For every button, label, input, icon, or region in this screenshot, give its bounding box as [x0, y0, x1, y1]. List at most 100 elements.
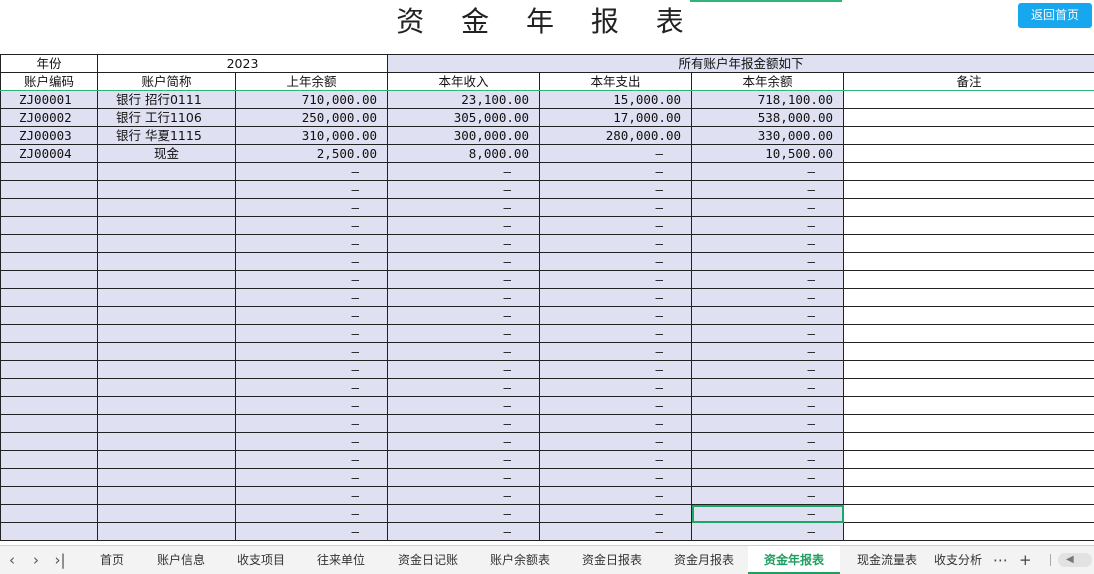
row-balance-cell[interactable]: 718,100.00 [692, 91, 844, 109]
row-balance-cell[interactable]: – [692, 343, 844, 361]
row-expense-cell[interactable]: – [540, 343, 692, 361]
row-expense-cell[interactable]: 17,000.00 [540, 109, 692, 127]
row-income-cell[interactable]: – [388, 469, 540, 487]
sheet-tab[interactable]: 资金月报表 [660, 546, 748, 574]
row-prev-balance-cell[interactable]: – [236, 487, 388, 505]
row-code-cell[interactable]: ZJ00004 [1, 145, 98, 163]
row-expense-cell[interactable]: – [540, 469, 692, 487]
row-income-cell[interactable]: – [388, 361, 540, 379]
row-account-name-cell[interactable] [98, 217, 236, 235]
row-account-name-cell[interactable]: 现金 [98, 145, 236, 163]
first-sheet-arrow-icon[interactable]: ‹ [2, 550, 22, 570]
row-note-cell[interactable] [844, 397, 1094, 415]
row-expense-cell[interactable]: – [540, 487, 692, 505]
row-expense-cell[interactable]: 280,000.00 [540, 127, 692, 145]
row-code-cell[interactable] [1, 289, 98, 307]
row-code-cell[interactable] [1, 379, 98, 397]
row-balance-cell[interactable]: – [692, 325, 844, 343]
row-balance-cell[interactable]: – [692, 199, 844, 217]
summary-cell[interactable]: 所有账户年报金额如下 [388, 55, 1094, 73]
row-income-cell[interactable]: – [388, 433, 540, 451]
row-income-cell[interactable]: – [388, 343, 540, 361]
row-income-cell[interactable]: – [388, 415, 540, 433]
row-income-cell[interactable]: – [388, 271, 540, 289]
row-expense-cell[interactable]: – [540, 145, 692, 163]
row-note-cell[interactable] [844, 181, 1094, 199]
row-code-cell[interactable] [1, 469, 98, 487]
row-balance-cell[interactable]: – [692, 307, 844, 325]
row-account-name-cell[interactable] [98, 361, 236, 379]
row-balance-cell[interactable]: – [692, 235, 844, 253]
row-income-cell[interactable]: – [388, 253, 540, 271]
row-account-name-cell[interactable] [98, 325, 236, 343]
sheet-tab[interactable]: 资金年报表 [748, 546, 840, 574]
row-prev-balance-cell[interactable]: – [236, 307, 388, 325]
row-code-cell[interactable] [1, 181, 98, 199]
row-prev-balance-cell[interactable]: – [236, 469, 388, 487]
row-expense-cell[interactable]: – [540, 415, 692, 433]
row-balance-cell[interactable]: – [692, 415, 844, 433]
row-expense-cell[interactable]: – [540, 235, 692, 253]
row-expense-cell[interactable]: – [540, 271, 692, 289]
row-expense-cell[interactable]: – [540, 505, 692, 523]
row-prev-balance-cell[interactable]: – [236, 181, 388, 199]
row-account-name-cell[interactable] [98, 343, 236, 361]
add-sheet-icon[interactable]: + [1019, 546, 1032, 574]
year-value-cell[interactable]: 2023 [98, 55, 388, 73]
sheet-tab[interactable]: 账户信息 [144, 546, 218, 574]
row-income-cell[interactable]: – [388, 379, 540, 397]
row-prev-balance-cell[interactable]: – [236, 271, 388, 289]
row-note-cell[interactable] [844, 145, 1094, 163]
row-income-cell[interactable]: – [388, 199, 540, 217]
row-balance-cell[interactable]: – [692, 469, 844, 487]
row-income-cell[interactable]: – [388, 289, 540, 307]
row-balance-cell[interactable]: – [692, 361, 844, 379]
row-balance-cell[interactable]: – [692, 451, 844, 469]
row-prev-balance-cell[interactable]: – [236, 163, 388, 181]
row-balance-cell[interactable]: – [692, 523, 844, 541]
row-note-cell[interactable] [844, 343, 1094, 361]
row-expense-cell[interactable]: – [540, 451, 692, 469]
row-note-cell[interactable] [844, 217, 1094, 235]
row-expense-cell[interactable]: – [540, 307, 692, 325]
row-balance-cell[interactable]: 330,000.00 [692, 127, 844, 145]
row-expense-cell[interactable]: – [540, 181, 692, 199]
row-account-name-cell[interactable] [98, 235, 236, 253]
horizontal-scrollbar[interactable] [1058, 553, 1092, 567]
row-income-cell[interactable]: – [388, 307, 540, 325]
row-income-cell[interactable]: – [388, 163, 540, 181]
row-note-cell[interactable] [844, 379, 1094, 397]
row-prev-balance-cell[interactable]: – [236, 379, 388, 397]
row-balance-cell[interactable]: – [692, 397, 844, 415]
row-expense-cell[interactable]: – [540, 199, 692, 217]
row-income-cell[interactable]: 8,000.00 [388, 145, 540, 163]
row-balance-cell[interactable]: – [692, 289, 844, 307]
row-code-cell[interactable] [1, 523, 98, 541]
row-balance-cell[interactable]: – [692, 217, 844, 235]
row-note-cell[interactable] [844, 109, 1094, 127]
row-expense-cell[interactable]: – [540, 397, 692, 415]
row-code-cell[interactable] [1, 415, 98, 433]
row-prev-balance-cell[interactable]: – [236, 451, 388, 469]
row-note-cell[interactable] [844, 433, 1094, 451]
row-income-cell[interactable]: 300,000.00 [388, 127, 540, 145]
sheet-tab[interactable]: 收支项目 [224, 546, 298, 574]
sheet-tab[interactable]: 账户余额表 [476, 546, 564, 574]
row-balance-cell[interactable]: – [692, 487, 844, 505]
row-note-cell[interactable] [844, 415, 1094, 433]
row-expense-cell[interactable]: – [540, 379, 692, 397]
row-income-cell[interactable]: – [388, 181, 540, 199]
row-expense-cell[interactable]: – [540, 433, 692, 451]
row-prev-balance-cell[interactable]: 250,000.00 [236, 109, 388, 127]
row-note-cell[interactable] [844, 163, 1094, 181]
row-account-name-cell[interactable] [98, 433, 236, 451]
row-income-cell[interactable]: – [388, 505, 540, 523]
column-header-name[interactable]: 账户简称 [98, 73, 236, 91]
row-income-cell[interactable]: – [388, 451, 540, 469]
row-code-cell[interactable] [1, 217, 98, 235]
sheet-tab[interactable]: 往来单位 [304, 546, 378, 574]
row-account-name-cell[interactable] [98, 487, 236, 505]
row-balance-cell[interactable]: 10,500.00 [692, 145, 844, 163]
column-header-code[interactable]: 账户编码 [1, 73, 98, 91]
row-code-cell[interactable] [1, 199, 98, 217]
